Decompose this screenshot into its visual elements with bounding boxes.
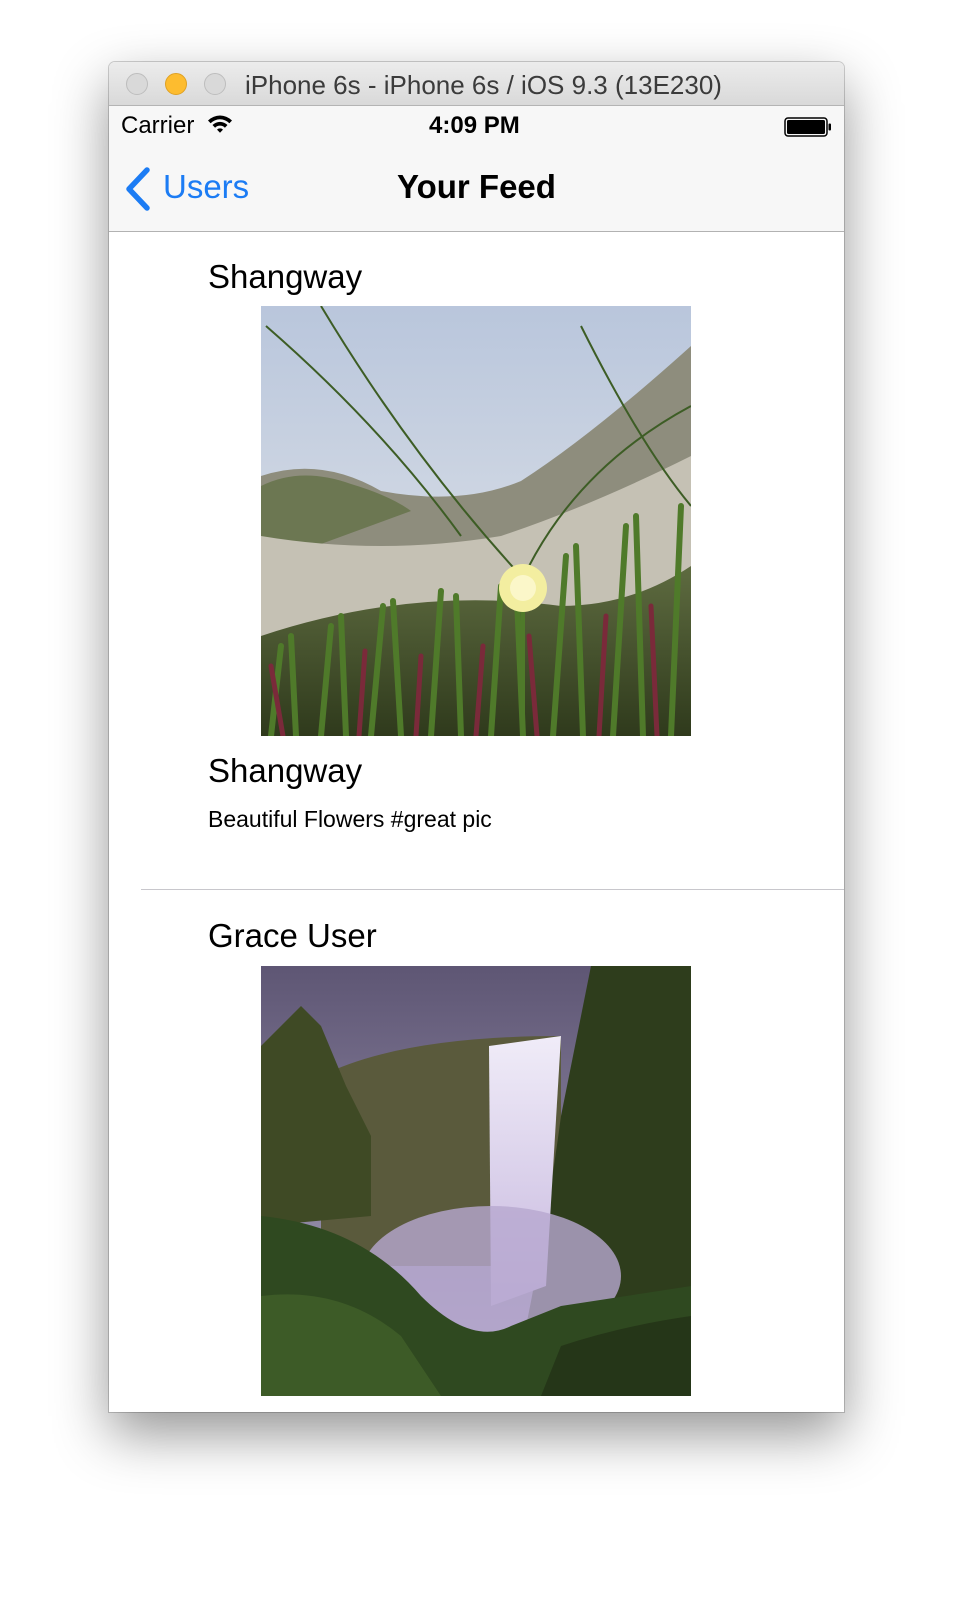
post-caption: Beautiful Flowers #great pic — [208, 806, 492, 832]
wifi-icon — [208, 115, 232, 133]
page-title: Your Feed — [397, 168, 556, 205]
waterfall-photo[interactable] — [261, 966, 691, 1396]
close-window-button[interactable] — [126, 73, 148, 95]
minimize-window-button[interactable] — [165, 73, 187, 95]
status-bar: Carrier 4:09 PM — [109, 106, 844, 146]
window-titlebar: iPhone 6s - iPhone 6s / iOS 9.3 (13E230) — [109, 62, 844, 106]
battery-fill — [787, 120, 825, 134]
post-username: Grace User — [208, 917, 377, 954]
simulator-window: iPhone 6s - iPhone 6s / iOS 9.3 (13E230)… — [109, 62, 844, 1412]
zoom-window-button[interactable] — [204, 73, 226, 95]
battery-icon — [784, 117, 831, 137]
feed-post: Shangway Shangway Beautiful Flowers #gre… — [109, 232, 844, 890]
feed-list[interactable]: Shangway Shangway Beautiful Flowers #gre… — [109, 232, 844, 1412]
post-username: Shangway — [208, 258, 363, 295]
status-time: 4:09 PM — [429, 112, 520, 139]
flower-photo[interactable] — [261, 306, 691, 736]
post-caption-username: Shangway — [208, 752, 363, 789]
feed-post: Grace User — [109, 890, 844, 1412]
carrier-label: Carrier — [121, 112, 195, 139]
window-title: iPhone 6s - iPhone 6s / iOS 9.3 (13E230) — [245, 70, 722, 100]
navigation-bar: Users Your Feed — [109, 146, 844, 232]
